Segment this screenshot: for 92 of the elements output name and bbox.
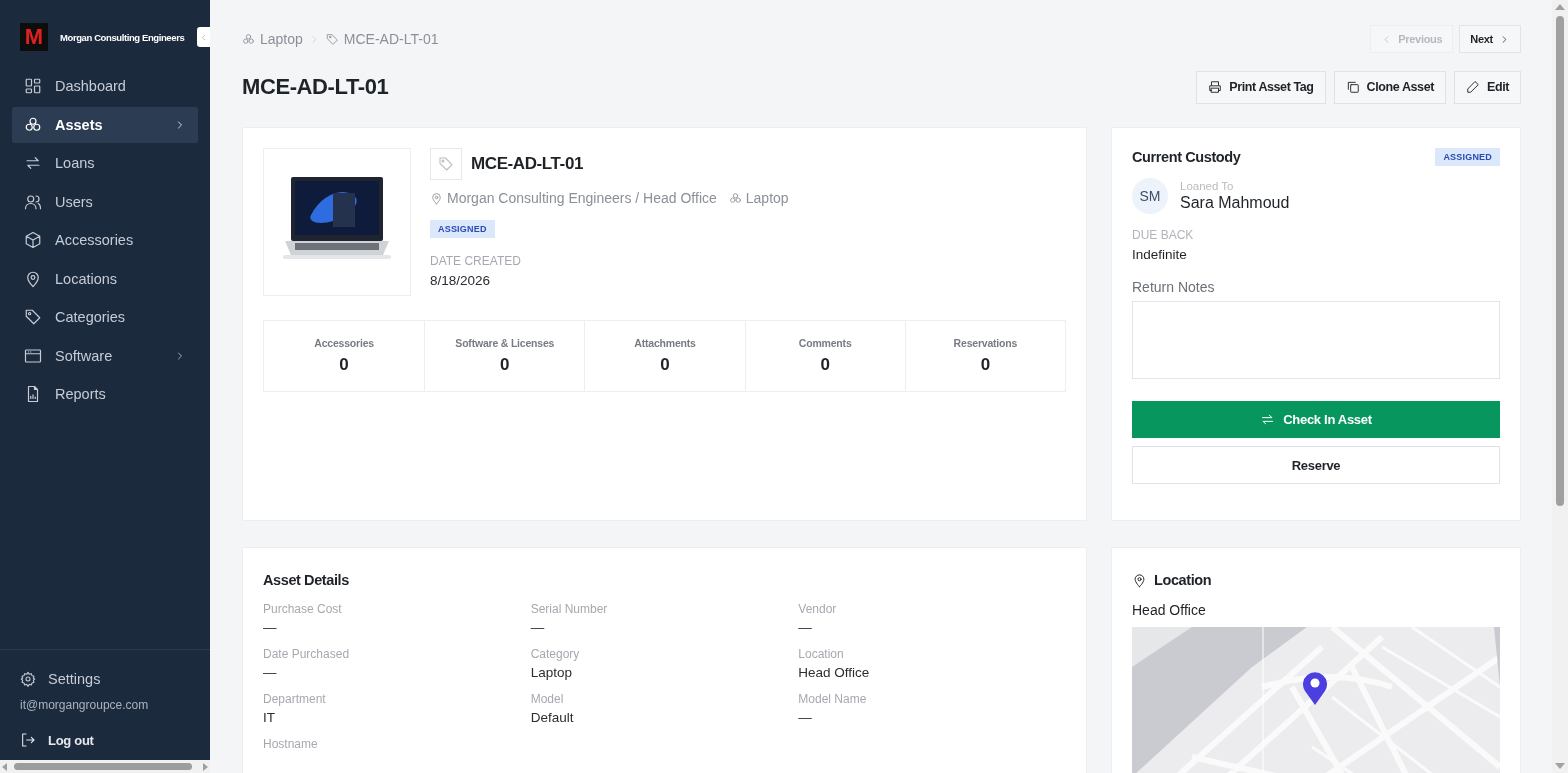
- field-value: 8/18/2026: [430, 273, 491, 288]
- action-button[interactable]: Edit: [1454, 70, 1521, 104]
- circles-icon: [728, 191, 742, 205]
- user-email: it@morgangroupce.com: [20, 698, 150, 714]
- stat-value: 0: [980, 355, 991, 375]
- field-value: Default: [530, 710, 575, 725]
- field-value: —: [263, 665, 278, 680]
- action-button[interactable]: Print Asset Tag: [1196, 70, 1326, 104]
- pencil-icon: [1466, 80, 1480, 94]
- field-label: Purchase Cost: [263, 602, 343, 616]
- person-name: Sara Mahmoud: [1180, 194, 1290, 212]
- grid-icon: [24, 77, 42, 95]
- tag-icon: [325, 32, 339, 46]
- action-button[interactable]: Clone Asset: [1333, 70, 1446, 104]
- field-label: DATE CREATED: [430, 254, 521, 268]
- nav-item[interactable]: Accessories: [12, 222, 198, 258]
- reserve-button[interactable]: Reserve: [1132, 446, 1500, 484]
- field-value: Indefinite: [1132, 247, 1188, 262]
- location-name: Head Office: [1132, 602, 1207, 618]
- asset-location: Morgan Consulting Engineers / Head Office: [430, 190, 717, 206]
- field-value: —: [798, 710, 813, 725]
- field-value: IT: [263, 710, 276, 725]
- return-notes-field[interactable]: [1132, 301, 1500, 379]
- avatar: SM: [1132, 178, 1168, 214]
- settings-link[interactable]: Settings: [20, 666, 190, 692]
- copy-icon: [1345, 80, 1360, 94]
- stat-value: 0: [339, 355, 349, 375]
- circles-icon: [242, 32, 255, 46]
- field-label: Date Purchased: [263, 647, 351, 661]
- nav-item[interactable]: Dashboard: [12, 68, 198, 104]
- nav-item[interactable]: Locations: [12, 260, 198, 297]
- stat-value: 0: [660, 355, 670, 375]
- page-title: MCE-AD-LT-01: [242, 74, 389, 100]
- printer-icon: [1208, 80, 1223, 94]
- nav-item[interactable]: Assets: [12, 106, 198, 143]
- location-pin-icon: [24, 269, 42, 288]
- stat-label: Reservations: [953, 337, 1018, 349]
- settings-icon: [20, 671, 36, 687]
- stat-value: 0: [500, 355, 510, 375]
- arrows-icon: [24, 154, 42, 172]
- card-title: Location: [1154, 572, 1212, 588]
- logout-link[interactable]: Log out: [20, 728, 190, 752]
- tag-icon: [24, 308, 42, 326]
- field-label: Location: [798, 647, 845, 661]
- stat-label: Attachments: [634, 337, 696, 349]
- field-value: —: [263, 620, 278, 635]
- window-icon: [24, 346, 42, 365]
- field-label: Serial Number: [530, 602, 609, 616]
- stat-label: Software & Licenses: [455, 337, 555, 349]
- next-button[interactable]: Next: [1459, 25, 1521, 53]
- field-label: DUE BACK: [1132, 228, 1195, 242]
- card-title: Current Custody: [1132, 149, 1241, 165]
- users-icon: [24, 192, 42, 211]
- asset-tag: MCE-AD-LT-01: [471, 154, 583, 174]
- nav-item[interactable]: Categories: [12, 299, 198, 335]
- status-badge: ASSIGNED: [430, 220, 495, 238]
- field-label: Model: [530, 692, 565, 706]
- asset-category: Laptop: [728, 190, 789, 206]
- map-pin-icon: [1302, 671, 1328, 705]
- tag-icon: [430, 148, 462, 180]
- status-badge: ASSIGNED: [1435, 148, 1500, 166]
- card-title: Asset Details: [263, 572, 350, 588]
- location-pin-icon: [1132, 572, 1147, 588]
- collapse-tab[interactable]: [197, 27, 210, 47]
- field-label: Hostname: [263, 737, 319, 751]
- nav-item[interactable]: Loans: [12, 145, 198, 181]
- box-icon: [24, 231, 42, 249]
- nav-item[interactable]: Software: [12, 337, 198, 374]
- field-value: —: [530, 620, 546, 635]
- field-value: —: [798, 620, 813, 635]
- nav-item[interactable]: Reports: [12, 376, 198, 412]
- field-label: Return Notes: [1132, 279, 1216, 295]
- stat-label: Comments: [798, 337, 852, 349]
- field-label: Model Name: [798, 692, 868, 706]
- field-label: Loaned To: [1180, 180, 1235, 192]
- field-value: Head Office: [798, 665, 871, 680]
- circles-icon: [24, 115, 42, 134]
- logo: M: [20, 23, 48, 51]
- logout-icon: [20, 732, 36, 748]
- field-value: Laptop: [530, 665, 573, 680]
- location-pin-icon: [430, 191, 443, 205]
- chevron-left-icon: [199, 32, 208, 42]
- horizontal-scrollbar[interactable]: [0, 760, 210, 773]
- company-name: Morgan Consulting Engineers: [60, 31, 185, 43]
- field-label: Category: [530, 647, 581, 661]
- arrows-icon: [1260, 412, 1276, 427]
- check-in-button[interactable]: Check In Asset: [1132, 401, 1500, 438]
- nav-item[interactable]: Users: [12, 183, 198, 220]
- field-label: Vendor: [798, 602, 838, 616]
- stat-label: Accessories: [314, 337, 374, 349]
- field-label: Department: [263, 692, 327, 706]
- stat-value: 0: [820, 355, 830, 375]
